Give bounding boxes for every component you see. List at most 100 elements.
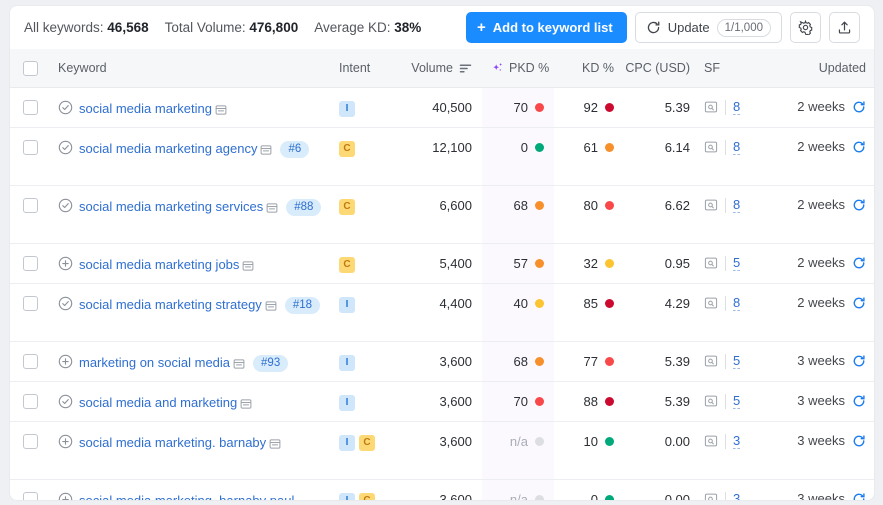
serp-features-icon[interactable] <box>704 296 718 310</box>
refresh-row-icon[interactable] <box>852 198 866 212</box>
refresh-row-icon[interactable] <box>852 492 866 500</box>
intent-badge-i[interactable]: I <box>339 355 355 371</box>
serp-preview-icon[interactable] <box>265 300 277 312</box>
table-row[interactable]: social media marketing agency #6 C 12,100 0 6… <box>10 127 874 186</box>
sf-value[interactable]: 8 <box>733 197 741 213</box>
check-circle-icon[interactable] <box>58 296 73 311</box>
keyword-cell[interactable]: social media and marketing <box>50 381 330 422</box>
row-select-cell[interactable] <box>10 341 50 382</box>
update-button[interactable]: Update 1/1,000 <box>634 12 782 43</box>
intent-badge-c[interactable]: C <box>359 493 375 500</box>
updated-cell[interactable]: 2 weeks <box>766 87 874 128</box>
header-kd[interactable]: KD % <box>554 49 624 88</box>
intent-badge-i[interactable]: I <box>339 395 355 411</box>
sf-value[interactable]: 3 <box>733 491 740 500</box>
refresh-row-icon[interactable] <box>852 354 866 368</box>
intent-badge-i[interactable]: I <box>339 101 355 117</box>
header-keyword[interactable]: Keyword <box>50 49 330 88</box>
table-row[interactable]: social media and marketing I 3,600 70 88 5.39… <box>10 381 874 422</box>
header-pkd[interactable]: PKD % <box>482 49 554 88</box>
sf-cell[interactable]: 3 <box>700 479 766 500</box>
row-select-cell[interactable] <box>10 185 50 244</box>
refresh-row-icon[interactable] <box>852 256 866 270</box>
add-to-keyword-list-button[interactable]: + Add to keyword list <box>466 12 627 43</box>
sf-value[interactable]: 5 <box>733 353 741 369</box>
table-row[interactable]: social media marketing jobs C 5,400 57 32 0.9… <box>10 243 874 284</box>
sf-cell[interactable]: 8 <box>700 283 766 342</box>
keyword-link[interactable]: social media marketing strategy #18 <box>79 295 320 314</box>
keyword-link[interactable]: social media and marketing <box>79 393 255 412</box>
sf-value[interactable]: 5 <box>733 393 741 409</box>
keyword-link[interactable]: social media marketing jobs <box>79 255 257 274</box>
serp-features-icon[interactable] <box>704 394 718 408</box>
serp-preview-icon[interactable] <box>233 358 245 370</box>
intent-badge-c[interactable]: C <box>339 199 355 215</box>
updated-cell[interactable]: 2 weeks <box>766 127 874 186</box>
refresh-row-icon[interactable] <box>852 394 866 408</box>
updated-cell[interactable]: 3 weeks <box>766 381 874 422</box>
sf-cell[interactable]: 5 <box>700 341 766 382</box>
sf-cell[interactable]: 5 <box>700 381 766 422</box>
keyword-cell[interactable]: social media marketing. barnaby paul smi… <box>50 479 330 500</box>
serp-features-icon[interactable] <box>704 434 718 448</box>
header-intent[interactable]: Intent <box>330 49 392 88</box>
serp-features-icon[interactable] <box>704 100 718 114</box>
plus-circle-icon[interactable] <box>58 434 73 449</box>
updated-cell[interactable]: 3 weeks <box>766 421 874 480</box>
sf-cell[interactable]: 8 <box>700 127 766 186</box>
keyword-cell[interactable]: social media marketing strategy #18 <box>50 283 330 342</box>
refresh-row-icon[interactable] <box>852 296 866 310</box>
refresh-row-icon[interactable] <box>852 100 866 114</box>
plus-circle-icon[interactable] <box>58 354 73 369</box>
intent-badge-c[interactable]: C <box>339 257 355 273</box>
updated-cell[interactable]: 2 weeks <box>766 185 874 244</box>
header-select-all[interactable] <box>10 49 50 88</box>
intent-badge-c[interactable]: C <box>339 141 355 157</box>
sf-value[interactable]: 8 <box>733 99 741 115</box>
serp-preview-icon[interactable] <box>240 398 252 410</box>
keyword-cell[interactable]: social media marketing services #88 <box>50 185 330 244</box>
header-volume[interactable]: Volume <box>392 49 482 88</box>
serp-preview-icon[interactable] <box>260 144 272 156</box>
header-cpc[interactable]: CPC (USD) <box>624 49 700 88</box>
header-sf[interactable]: SF <box>700 49 766 88</box>
serp-preview-icon[interactable] <box>269 438 281 450</box>
row-select-cell[interactable] <box>10 421 50 480</box>
sf-value[interactable]: 8 <box>733 295 741 311</box>
row-checkbox[interactable] <box>22 256 38 271</box>
sf-cell[interactable]: 8 <box>700 87 766 128</box>
select-all-checkbox[interactable] <box>22 60 38 76</box>
serp-features-icon[interactable] <box>704 354 718 368</box>
row-checkbox[interactable] <box>22 434 38 449</box>
table-row[interactable]: social media marketing. barnaby I C 3,600 n/… <box>10 421 874 480</box>
refresh-row-icon[interactable] <box>852 140 866 154</box>
keyword-link[interactable]: social media marketing services #88 <box>79 197 322 216</box>
settings-button[interactable] <box>790 12 821 43</box>
keyword-cell[interactable]: marketing on social media #93 <box>50 341 330 382</box>
check-circle-icon[interactable] <box>58 100 73 115</box>
table-row[interactable]: marketing on social media #93 I 3,600 68 77 5.… <box>10 341 874 382</box>
check-circle-icon[interactable] <box>58 140 73 155</box>
intent-badge-i[interactable]: I <box>339 297 355 313</box>
row-select-cell[interactable] <box>10 87 50 128</box>
row-select-cell[interactable] <box>10 127 50 186</box>
sf-cell[interactable]: 5 <box>700 243 766 284</box>
check-circle-icon[interactable] <box>58 198 73 213</box>
check-circle-icon[interactable] <box>58 394 73 409</box>
intent-badge-i[interactable]: I <box>339 493 355 500</box>
serp-preview-icon[interactable] <box>215 104 227 116</box>
keyword-cell[interactable]: social media marketing. barnaby <box>50 421 330 480</box>
sf-cell[interactable]: 8 <box>700 185 766 244</box>
row-select-cell[interactable] <box>10 381 50 422</box>
keyword-link[interactable]: social media marketing agency #6 <box>79 139 310 158</box>
table-row[interactable]: social media marketing. barnaby paul smi… <box>10 479 874 500</box>
row-checkbox[interactable] <box>22 140 38 155</box>
plus-circle-icon[interactable] <box>58 492 73 500</box>
export-button[interactable] <box>829 12 860 43</box>
keyword-link[interactable]: social media marketing. barnaby <box>79 433 284 452</box>
refresh-row-icon[interactable] <box>852 434 866 448</box>
sf-value[interactable]: 3 <box>733 433 741 449</box>
table-row[interactable]: social media marketing services #88 C 6,600… <box>10 185 874 244</box>
serp-features-icon[interactable] <box>704 198 718 212</box>
plus-circle-icon[interactable] <box>58 256 73 271</box>
